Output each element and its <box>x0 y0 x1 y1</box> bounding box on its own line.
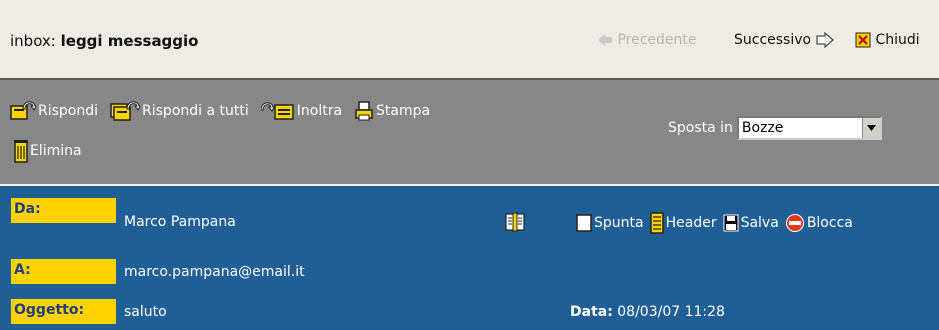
previous-link[interactable]: Precedente <box>597 32 697 48</box>
message-header: Da: Marco Pampana Spunta Header Salva Bl… <box>0 186 939 330</box>
header-label: Header <box>665 215 717 231</box>
print-label: Stampa <box>376 103 431 119</box>
reply-all-icon <box>110 101 141 121</box>
date-label: Data: <box>570 304 613 320</box>
reply-all-button[interactable]: Rispondi a tutti <box>110 100 249 122</box>
title-bar: inbox: leggi messaggio Precedente Succes… <box>0 0 939 80</box>
reply-all-label: Rispondi a tutti <box>142 103 249 119</box>
delete-button[interactable]: Elimina <box>14 139 82 163</box>
mark-button[interactable]: Spunta <box>576 213 644 233</box>
subject-value: saluto <box>124 304 167 320</box>
arrow-right-icon <box>815 32 834 48</box>
title-prefix: inbox: <box>10 32 56 50</box>
toolbar: Rispondi Rispondi a tutti Inoltra Stampa… <box>0 80 939 184</box>
subject-label: Oggetto: <box>11 299 116 324</box>
previous-label: Precedente <box>617 32 697 48</box>
forward-icon <box>260 102 294 120</box>
save-disk-icon <box>723 214 739 232</box>
page-title: inbox: leggi messaggio <box>10 32 198 50</box>
arrow-left-icon <box>598 34 612 46</box>
move-to-label: Sposta in <box>668 120 733 136</box>
print-button[interactable]: Stampa <box>354 100 430 122</box>
date-line: Data: 08/03/07 11:28 <box>570 304 725 320</box>
reply-icon <box>10 101 36 120</box>
header-button[interactable]: Header <box>649 212 717 234</box>
print-icon <box>355 101 373 121</box>
checkbox-icon <box>576 214 592 232</box>
message-actions: Spunta Header Salva Blocca <box>576 212 859 234</box>
close-label: Chiudi <box>875 32 920 48</box>
reply-label: Rispondi <box>38 103 99 119</box>
forward-button[interactable]: Inoltra <box>260 100 343 122</box>
delete-label: Elimina <box>30 143 82 159</box>
trash-icon <box>14 140 28 163</box>
to-value: marco.pampana@email.it <box>124 264 305 280</box>
toolbar-row-2: Elimina <box>14 136 94 166</box>
date-value: 08/03/07 11:28 <box>617 304 725 320</box>
header-icon <box>649 212 664 234</box>
toolbar-row-1: Rispondi Rispondi a tutti Inoltra Stampa <box>10 98 442 124</box>
title-main: leggi messaggio <box>60 32 199 50</box>
block-icon <box>785 214 804 232</box>
move-to-value: Bozze <box>741 120 784 136</box>
close-link[interactable]: Chiudi <box>855 32 920 48</box>
save-label: Salva <box>740 215 779 231</box>
reply-button[interactable]: Rispondi <box>10 100 98 122</box>
block-label: Blocca <box>806 215 853 231</box>
from-value: Marco Pampana <box>124 214 236 230</box>
address-book-icon[interactable] <box>505 212 525 236</box>
mark-label: Spunta <box>594 215 644 231</box>
next-link[interactable]: Successivo <box>734 32 834 48</box>
block-button[interactable]: Blocca <box>785 213 853 233</box>
save-button[interactable]: Salva <box>723 213 779 233</box>
close-x-icon <box>855 32 871 48</box>
move-to-select[interactable]: Bozze <box>736 116 882 140</box>
to-label: A: <box>11 259 116 284</box>
from-label: Da: <box>11 198 116 223</box>
move-to-group: Sposta in Bozze <box>668 116 882 140</box>
forward-label: Inoltra <box>296 103 343 119</box>
next-label: Successivo <box>734 32 812 48</box>
dropdown-arrow-icon[interactable] <box>861 118 880 138</box>
